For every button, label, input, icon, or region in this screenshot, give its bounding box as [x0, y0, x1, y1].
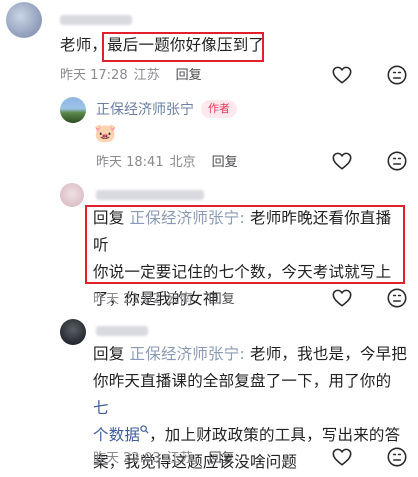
avatar[interactable] [6, 2, 42, 38]
comment-text-prefix: 老师， [60, 36, 108, 54]
mention-link[interactable]: 正保经济师张宁: [130, 345, 245, 363]
comment-time: 昨天 17:28 [60, 68, 128, 83]
comment-time: 昨天 21:02 [93, 292, 161, 307]
like-icon[interactable] [331, 287, 353, 309]
reply-button[interactable]: 回复 [209, 288, 235, 307]
avatar[interactable] [60, 183, 84, 207]
comment-line: 你说一定要记住的七个数，今天考试就写上 [93, 263, 392, 281]
reply-button[interactable]: 回复 [212, 151, 238, 170]
reply-meta: 昨天 18:41 北京 回复 [96, 151, 244, 170]
comment-line: 老师，我也是，今早把 [250, 345, 408, 363]
mention-link[interactable]: 正保经济师张宁: [130, 209, 245, 227]
author-username[interactable]: 正保经济师张宁 [96, 99, 194, 119]
dislike-icon[interactable] [386, 446, 408, 468]
comment-meta: 昨天 22:03 江苏 回复 [93, 447, 241, 466]
reply-prefix: 回复 [93, 209, 125, 227]
username-blurred[interactable] [96, 326, 148, 336]
reply-button[interactable]: 回复 [176, 64, 202, 83]
dislike-icon[interactable] [386, 287, 408, 309]
reply-button[interactable]: 回复 [209, 447, 235, 466]
keyword-link[interactable]: 个数据 [93, 425, 149, 444]
comment-location: 云南 [166, 292, 193, 307]
author-badge: 作者 [201, 100, 237, 118]
reply-prefix: 回复 [93, 345, 125, 363]
dislike-icon[interactable] [386, 64, 408, 86]
comment-meta: 昨天 21:02 云南 回复 [93, 288, 241, 307]
dislike-icon[interactable] [386, 150, 408, 172]
comment-line: ，加上财政政策的工具，写出来的答 [149, 426, 401, 444]
like-icon[interactable] [331, 64, 353, 86]
username-blurred[interactable] [60, 15, 132, 25]
reply-time: 昨天 18:41 [96, 155, 164, 170]
highlight-box [102, 32, 264, 62]
search-icon [140, 425, 149, 434]
like-icon[interactable] [331, 150, 353, 172]
keyword-link-text: 个数据 [93, 426, 141, 444]
author-name-row: 正保经济师张宁 作者 [96, 99, 237, 119]
like-icon[interactable] [331, 446, 353, 468]
comment-location: 江苏 [166, 451, 193, 466]
author-avatar[interactable] [60, 97, 86, 123]
comment-meta: 昨天 17:28 江苏 回复 [60, 64, 208, 83]
reply-location: 北京 [169, 155, 196, 170]
comment-location: 江苏 [133, 68, 160, 83]
keyword-link[interactable]: 七 [93, 399, 109, 417]
comment-line: 你昨天直播课的全部复盘了一下，用了你的 [93, 372, 392, 390]
username-blurred[interactable] [96, 190, 204, 200]
avatar[interactable] [60, 319, 86, 345]
emoji-sticker: 🐷 [94, 123, 117, 144]
comment-time: 昨天 22:03 [93, 451, 161, 466]
